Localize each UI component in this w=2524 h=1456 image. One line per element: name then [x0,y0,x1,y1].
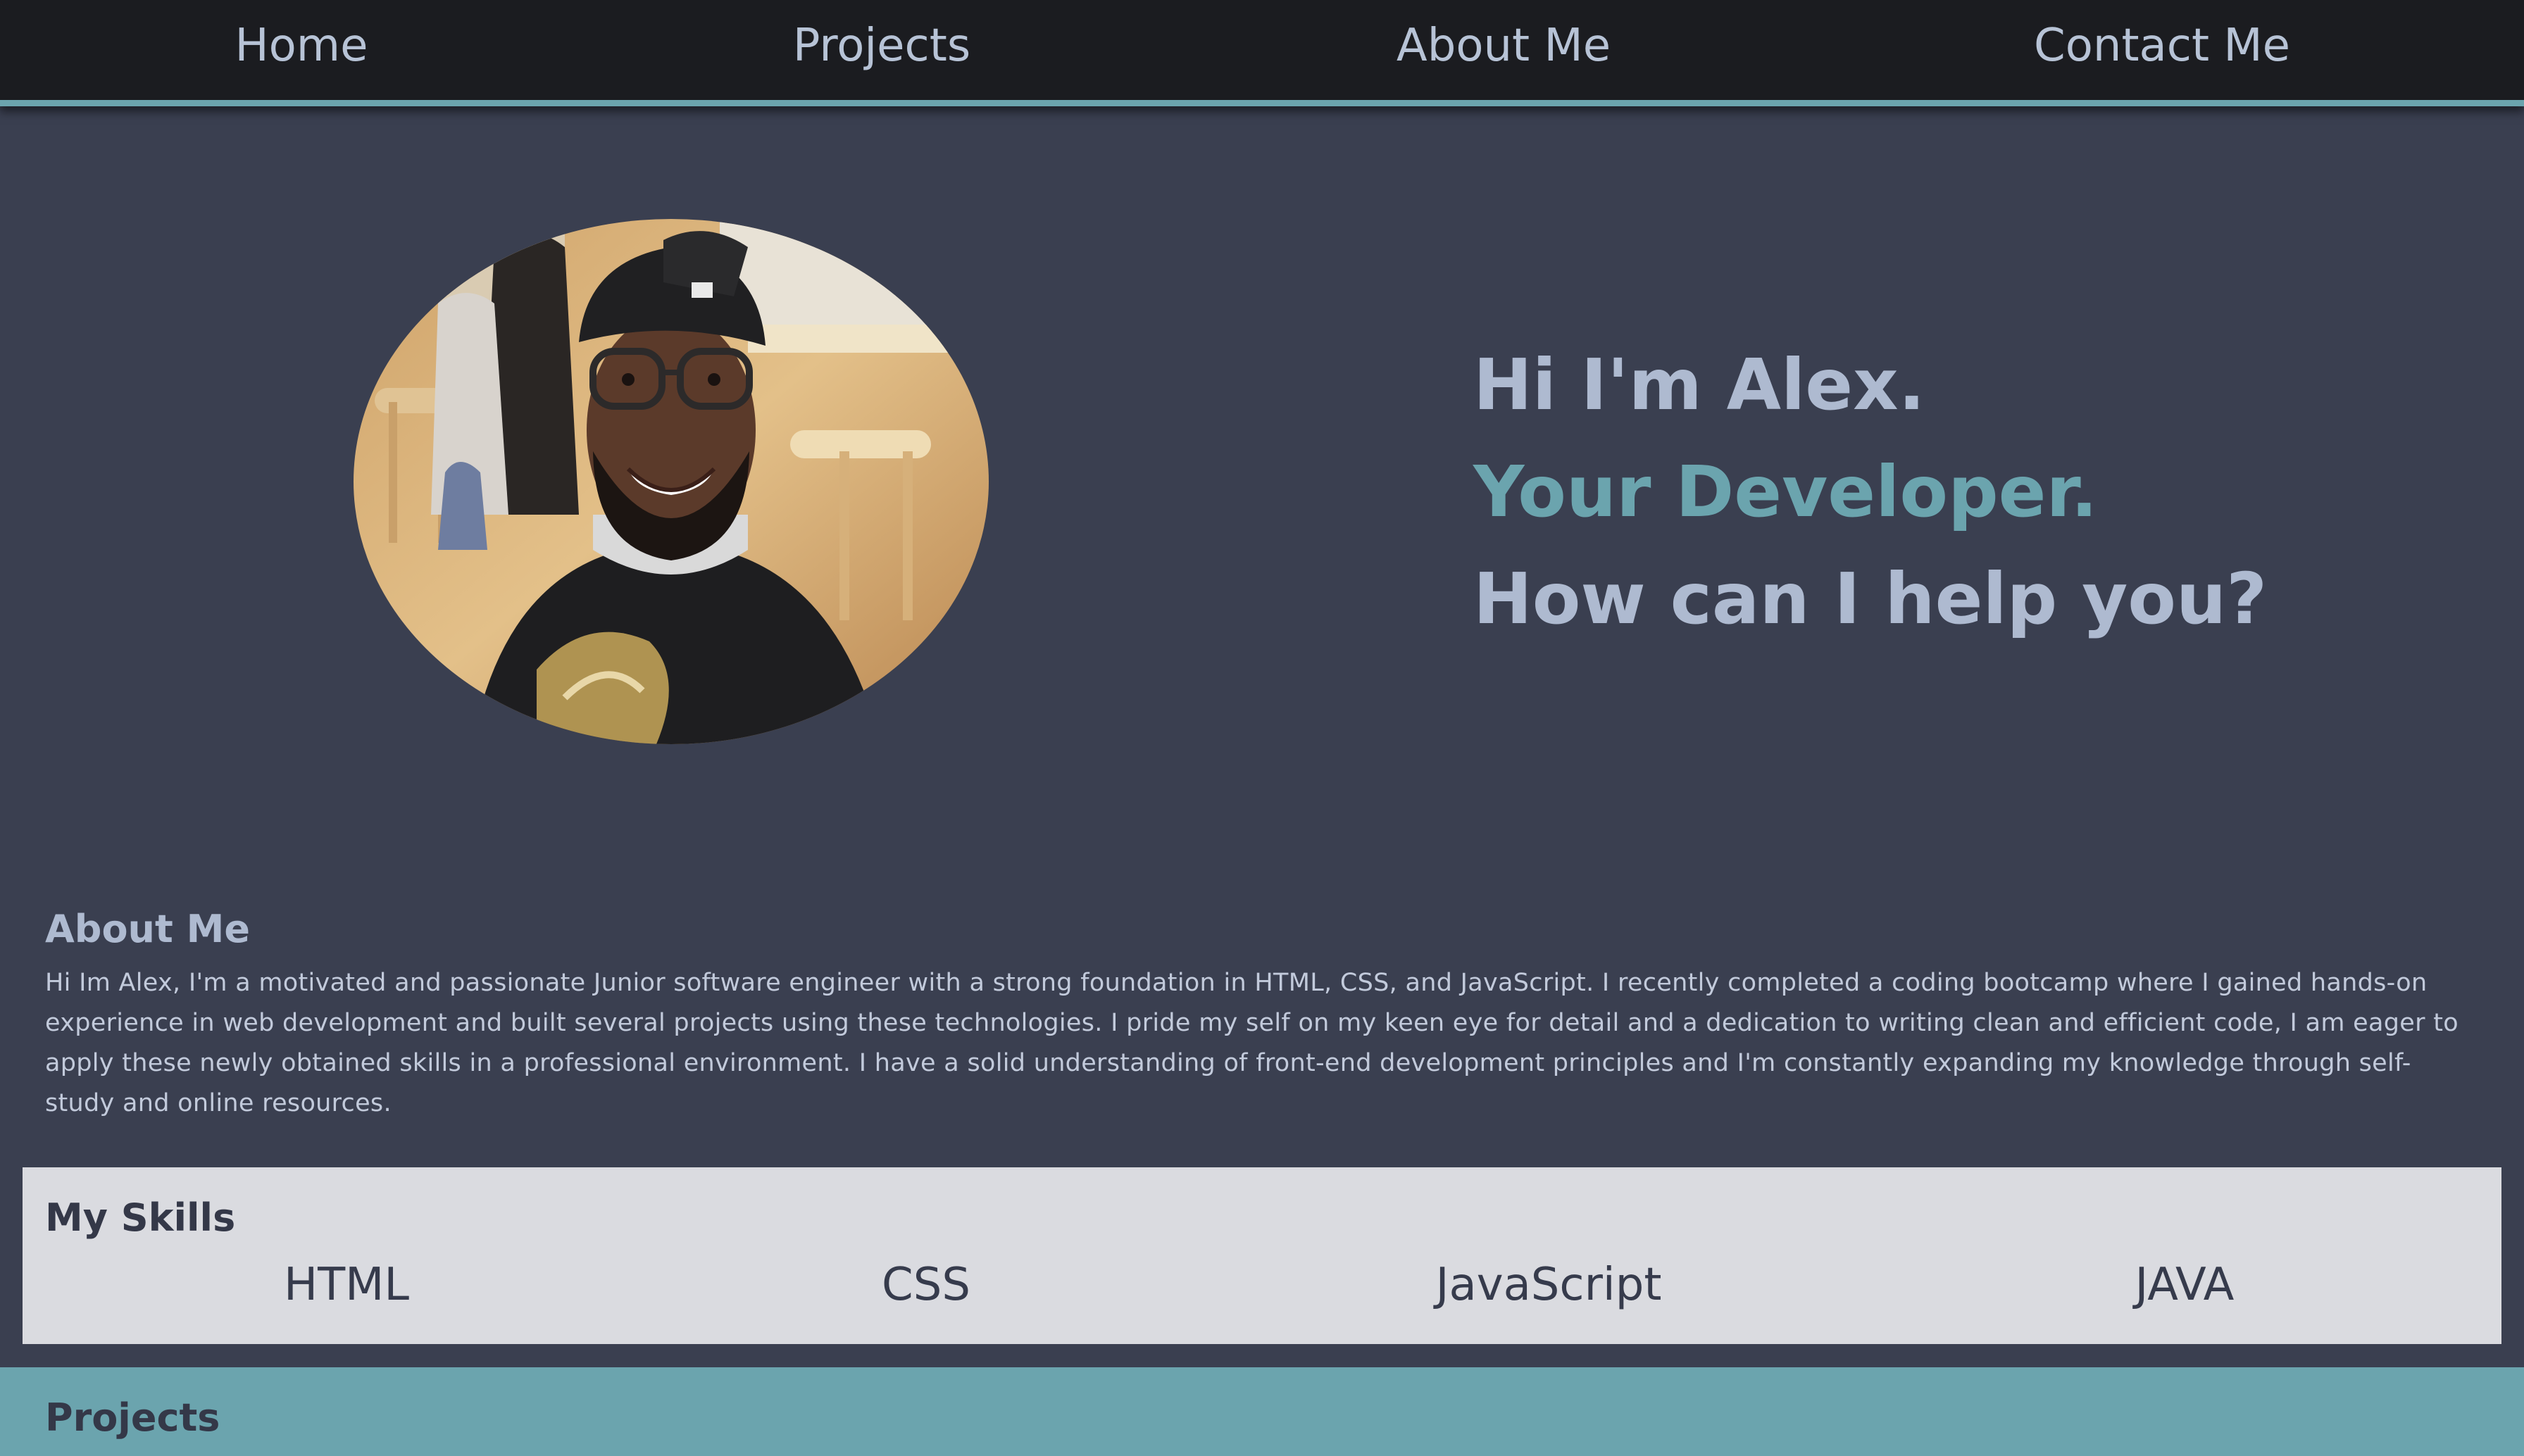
skills-section: My Skills HTML CSS JavaScript JAVA [23,1167,2501,1344]
skill-javascript: JavaScript [1435,1259,1662,1311]
about-paragraph: Hi Im Alex, I'm a motivated and passiona… [45,969,2459,1117]
skill-css: CSS [882,1259,970,1311]
nav-projects-link[interactable]: Projects [793,20,970,72]
projects-heading: Projects [45,1395,220,1440]
hero-role: Your Developer. [1473,451,2098,533]
about-heading: About Me [45,907,250,951]
projects-section: Projects [0,1367,2524,1456]
hero-question: How can I help you? [1473,558,2268,640]
profile-photo-illustration [354,219,989,744]
skill-java: JAVA [2135,1259,2235,1311]
hero-greeting: Hi I'm Alex. [1473,344,1925,426]
nav-contact-link[interactable]: Contact Me [2034,20,2290,72]
top-nav: Home Projects About Me Contact Me [0,0,2524,106]
skill-html: HTML [283,1259,410,1311]
nav-home-link[interactable]: Home [235,20,368,72]
nav-about-link[interactable]: About Me [1397,20,1611,72]
profile-photo [354,219,989,744]
skills-heading: My Skills [45,1195,236,1240]
